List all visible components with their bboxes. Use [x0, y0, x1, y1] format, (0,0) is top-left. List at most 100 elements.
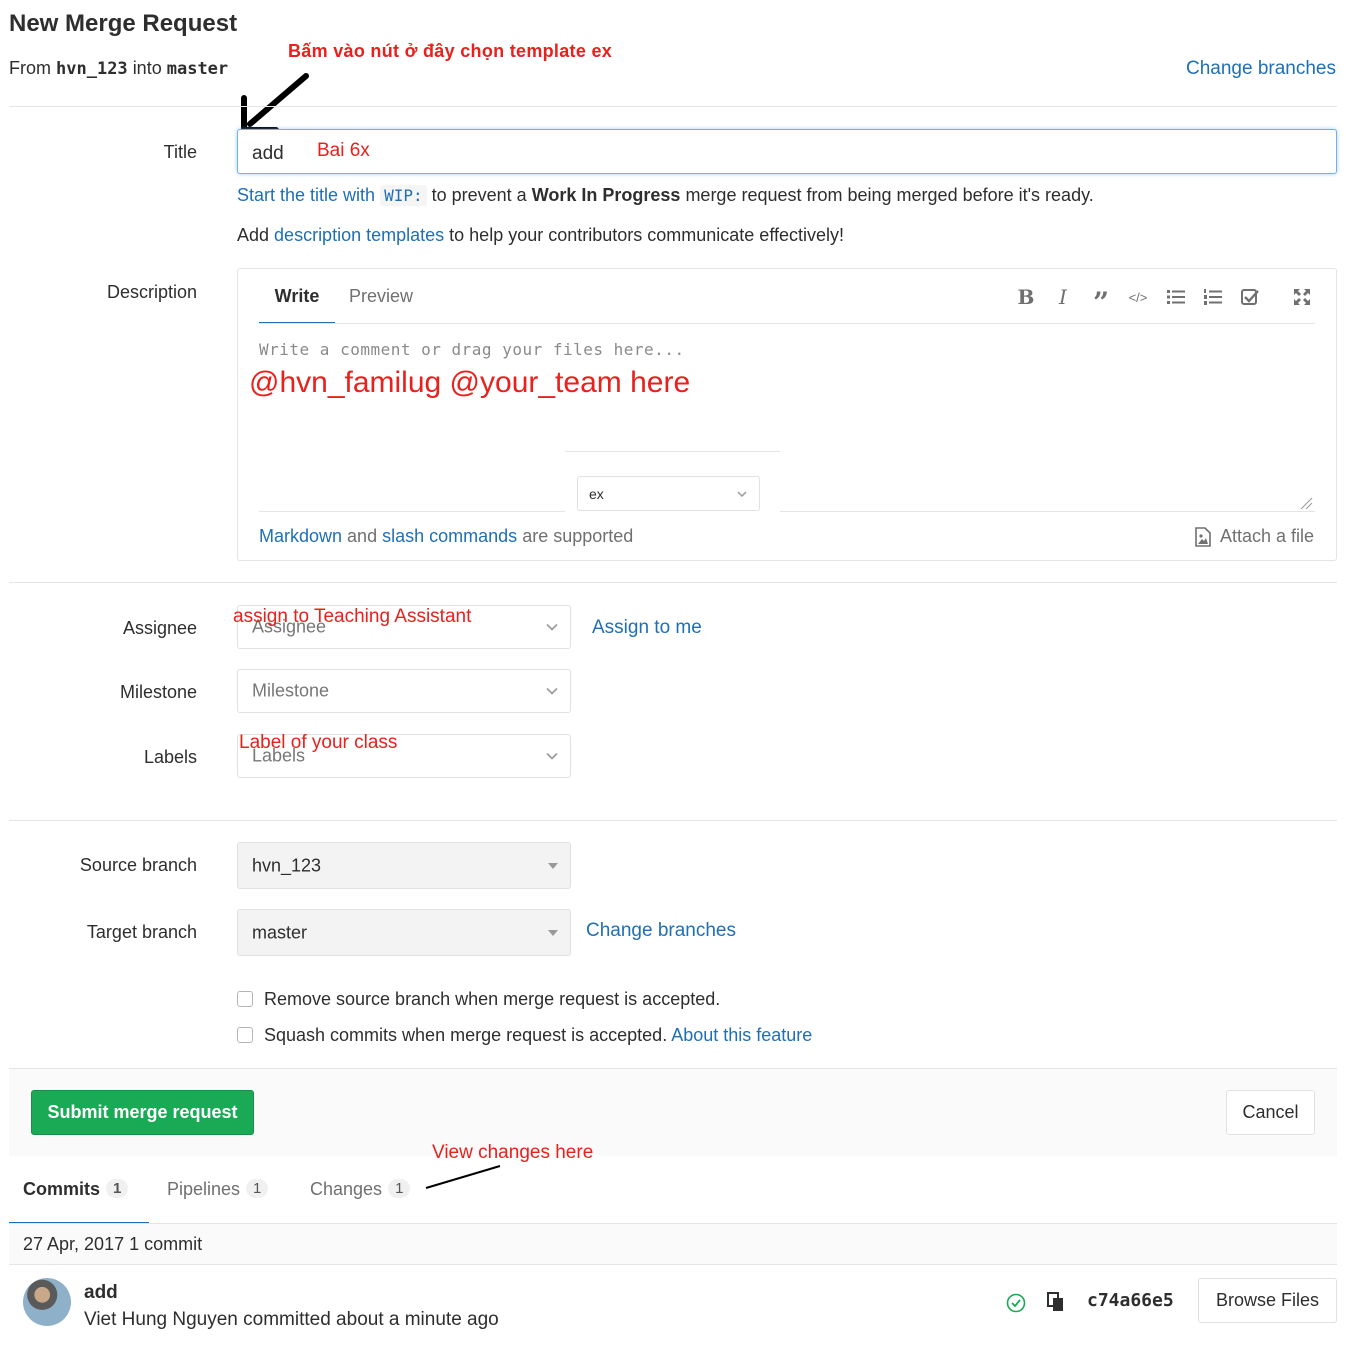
fullscreen-icon[interactable] — [1290, 285, 1314, 309]
squash-commits-label[interactable]: Squash commits when merge request is acc… — [264, 1025, 667, 1045]
source-branch-select[interactable]: hvn_123 — [237, 842, 571, 889]
tab-changes[interactable]: Changes 1 — [310, 1179, 411, 1200]
arrow-annotation-icon — [241, 73, 309, 133]
numbered-list-icon[interactable] — [1201, 285, 1225, 309]
labels-label: Labels — [143, 747, 197, 767]
caret-down-icon — [548, 929, 558, 936]
divider — [9, 106, 1337, 107]
about-feature-link[interactable]: About this feature — [671, 1025, 812, 1045]
target-branch-select[interactable]: master — [237, 909, 571, 956]
chevron-down-icon — [546, 623, 558, 631]
description-templates-link[interactable]: description templates — [274, 225, 444, 245]
remove-source-branch-label[interactable]: Remove source branch when merge request … — [264, 989, 720, 1010]
template-hint-annotation: Bấm vào nút ở đây chọn template ex — [288, 41, 613, 61]
title-label: Title — [163, 142, 197, 162]
title-input-value: add — [252, 143, 284, 164]
image-file-icon — [1195, 526, 1211, 547]
change-branches-link-top[interactable]: Change branches — [1186, 58, 1336, 80]
wip-hint-mid: to prevent a — [431, 185, 527, 205]
divider — [9, 820, 1337, 821]
tab-preview[interactable]: Preview — [349, 286, 413, 307]
task-list-icon[interactable] — [1238, 285, 1262, 309]
divider — [9, 582, 1337, 583]
title-hint-annotation: Bai 6x — [317, 140, 370, 161]
templates-prefix: Add — [237, 225, 270, 245]
editor-tabs-divider — [259, 323, 1315, 324]
tab-changes-label: Changes — [310, 1179, 383, 1199]
from-word: From — [9, 58, 51, 78]
submit-merge-request-button[interactable]: Submit merge request — [31, 1090, 254, 1135]
submit-label: Submit merge request — [47, 1102, 238, 1122]
commit-row: add Viet Hung Nguyen committed about a m… — [9, 1266, 1337, 1352]
squash-commits-option: Squash commits when merge request is acc… — [264, 1025, 812, 1046]
tab-pipelines-count: 1 — [246, 1179, 269, 1198]
copy-sha-icon[interactable] — [1046, 1291, 1066, 1313]
resize-handle-icon[interactable] — [1299, 496, 1313, 510]
into-word: into — [132, 58, 162, 78]
cancel-button[interactable]: Cancel — [1226, 1090, 1315, 1135]
template-select-value: ex — [589, 485, 604, 502]
tab-commits-count: 1 — [106, 1179, 129, 1198]
and-word: and — [347, 526, 378, 546]
pipeline-success-icon[interactable] — [1006, 1293, 1026, 1313]
textarea-bottom-line-right — [780, 511, 1315, 512]
pointer-line-annotation — [425, 1165, 501, 1189]
slash-commands-link[interactable]: slash commands — [382, 526, 517, 546]
tab-pipelines[interactable]: Pipelines 1 — [167, 1179, 269, 1200]
code-icon[interactable]: </> — [1126, 285, 1150, 309]
squash-commits-checkbox[interactable] — [237, 1027, 253, 1043]
labels-hint-annotation: Label of your class — [239, 732, 398, 753]
target-branch-code: master — [166, 59, 229, 79]
markdown-hint: Markdown and slash commands are supporte… — [259, 526, 633, 547]
title-input[interactable]: add Bai 6x — [237, 129, 1337, 174]
changes-hint-annotation: View changes here — [432, 1142, 594, 1163]
templates-hint: Add description templates to help your c… — [237, 225, 844, 246]
change-branches-link[interactable]: Change branches — [586, 920, 736, 942]
chevron-down-icon — [546, 687, 558, 695]
browse-files-label: Browse Files — [1215, 1290, 1320, 1310]
target-branch-value: master — [252, 922, 308, 942]
supported-text: are supported — [522, 526, 634, 546]
commit-day-header: 27 Apr, 2017 1 commit — [9, 1224, 1337, 1265]
wip-hint-link[interactable]: Start the title with — [237, 185, 375, 205]
tab-changes-count: 1 — [388, 1179, 411, 1198]
markdown-link[interactable]: Markdown — [259, 526, 342, 546]
tab-commits-label: Commits — [23, 1179, 101, 1199]
branch-summary: From hvn_123 into master — [9, 58, 228, 79]
chevron-down-icon — [737, 490, 747, 497]
avatar[interactable] — [23, 1278, 71, 1326]
tab-commits[interactable]: Commits 1 — [9, 1160, 149, 1224]
description-textarea[interactable]: Write a comment or drag your files here.… — [249, 332, 1315, 512]
textarea-bottom-line — [259, 511, 565, 512]
description-label: Description — [106, 282, 197, 302]
commit-title[interactable]: add — [84, 1282, 118, 1304]
attach-file-button[interactable]: Attach a file — [1194, 526, 1314, 547]
wip-bold: Work In Progress — [531, 185, 681, 205]
commit-sha[interactable]: c74a66e5 — [1087, 1290, 1174, 1311]
attach-file-label: Attach a file — [1219, 526, 1314, 546]
page-title: New Merge Request — [9, 10, 238, 37]
bold-icon[interactable]: B — [1014, 285, 1038, 309]
quote-icon[interactable]: ” — [1089, 286, 1113, 319]
assign-to-me-link[interactable]: Assign to me — [592, 617, 702, 639]
template-select[interactable]: ex — [577, 476, 760, 511]
bullet-list-icon[interactable] — [1164, 285, 1188, 309]
tab-write-label: Write — [274, 286, 320, 306]
target-branch-label: Target branch — [86, 922, 197, 942]
chevron-down-icon — [546, 752, 558, 760]
browse-files-button[interactable]: Browse Files — [1198, 1278, 1337, 1323]
italic-icon[interactable]: I — [1051, 285, 1075, 309]
remove-source-branch-checkbox[interactable] — [237, 991, 253, 1007]
caret-down-icon — [548, 862, 558, 869]
source-branch-code: hvn_123 — [56, 59, 128, 79]
assignee-hint-annotation: assign to Teaching Assistant — [233, 606, 472, 627]
source-branch-value: hvn_123 — [252, 855, 322, 875]
milestone-select[interactable]: Milestone — [237, 669, 571, 713]
template-area-line — [565, 451, 780, 452]
tab-write[interactable]: Write — [259, 286, 335, 324]
assignee-label: Assignee — [122, 618, 197, 638]
templates-suffix: to help your contributors communicate ef… — [449, 225, 845, 245]
tab-pipelines-label: Pipelines — [167, 1179, 241, 1199]
textarea-placeholder: Write a comment or drag your files here.… — [259, 340, 685, 359]
wip-hint: Start the title with WIP: to prevent a W… — [237, 185, 1094, 206]
